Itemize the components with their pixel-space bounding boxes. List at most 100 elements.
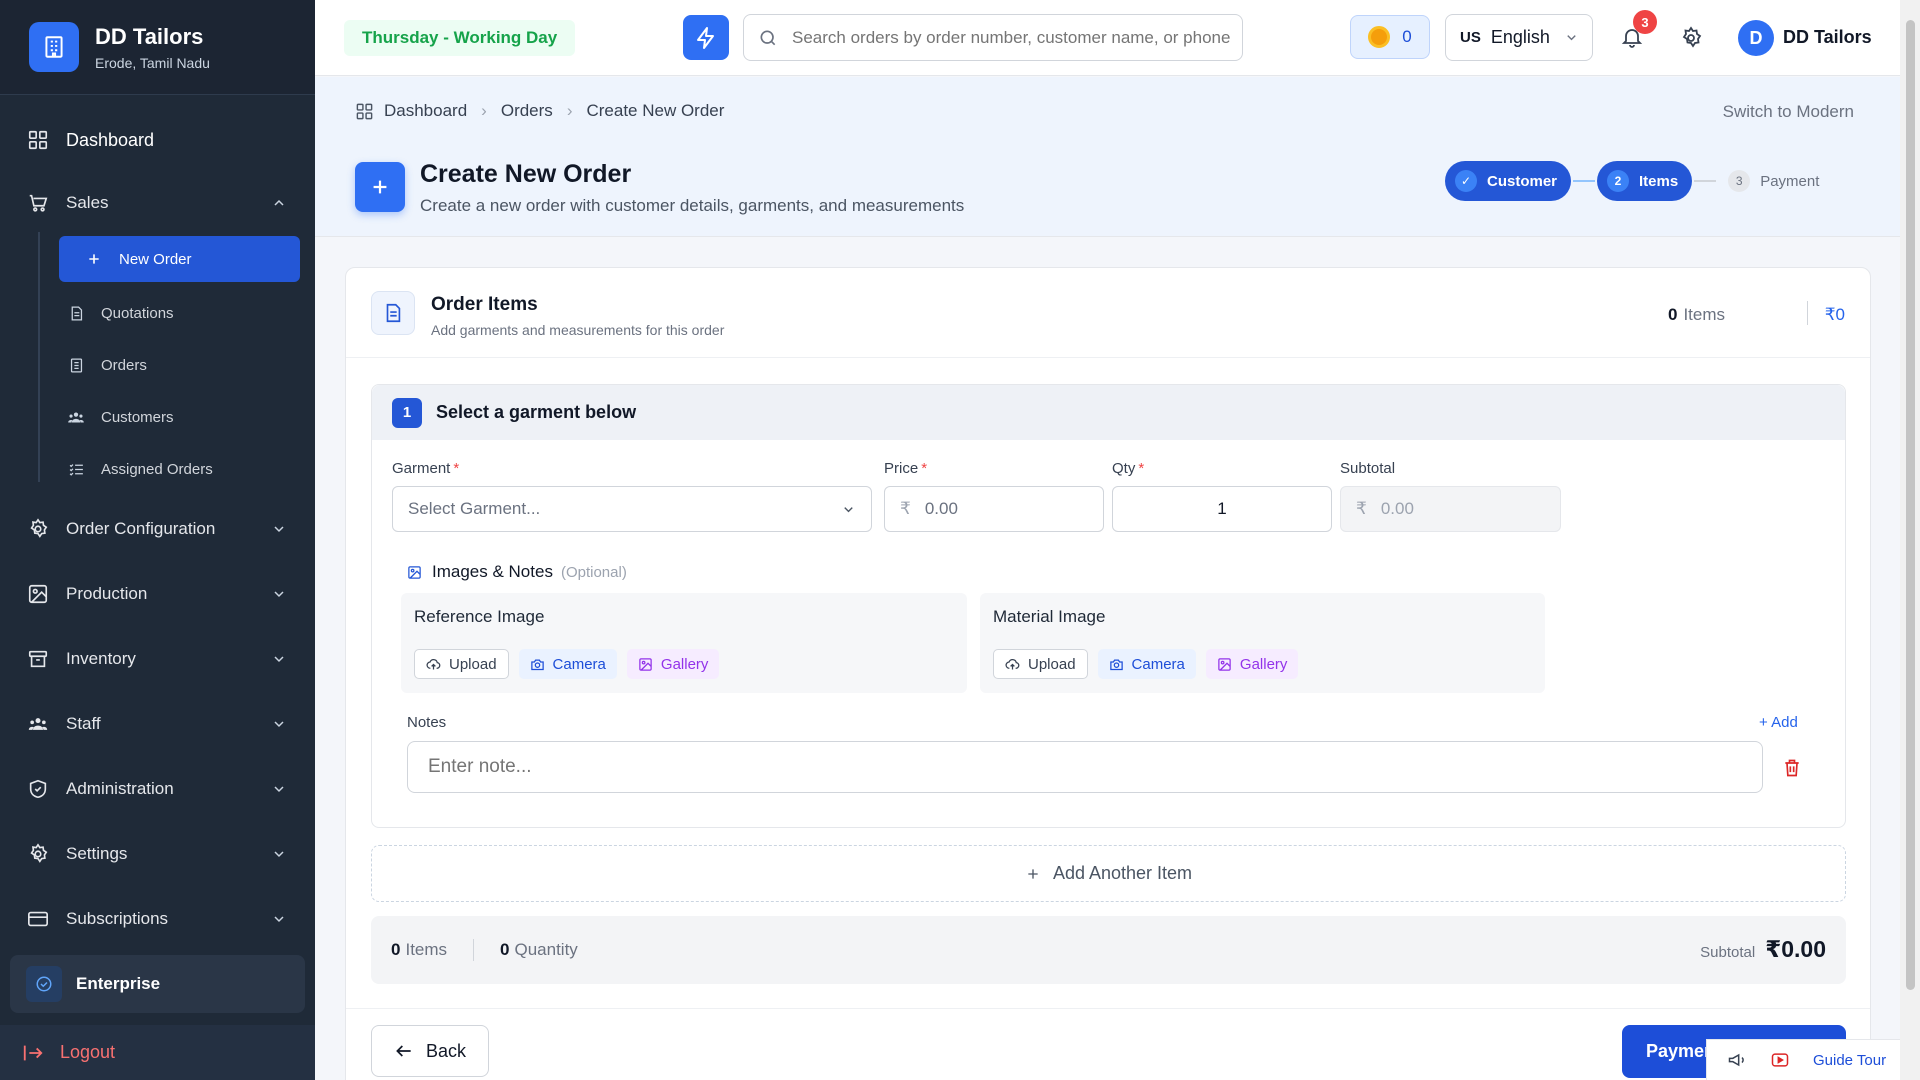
reference-image-title: Reference Image [414,607,545,626]
language-select[interactable]: US English [1445,14,1593,61]
search-input[interactable] [792,27,1232,48]
image-icon [407,565,422,580]
camera-label: Camera [1131,655,1185,673]
logout-button[interactable]: Logout [0,1025,315,1080]
scrollbar-thumb[interactable] [1906,20,1915,990]
coins-button[interactable]: 0 [1350,15,1430,59]
step-items[interactable]: 2 Items [1597,161,1693,201]
sidebar-item-label: Inventory [66,649,136,668]
item-heading: Select a garment below [436,402,637,422]
cart-icon [26,191,50,215]
sidebar-item-dashboard[interactable]: Dashboard [0,120,315,160]
video-icon[interactable] [1769,1050,1791,1070]
step-payment[interactable]: 3 Payment [1718,161,1833,201]
chevron-down-icon [271,911,287,932]
add-note-button[interactable]: + Add [1759,714,1798,731]
topbar: Thursday - Working Day 0 US English 3 D … [315,0,1900,76]
chevron-down-icon [271,521,287,542]
guide-tour-link[interactable]: Guide Tour [1813,1052,1886,1069]
sidebar-item-sales[interactable]: Sales [0,183,315,223]
step-customer[interactable]: ✓ Customer [1445,161,1572,201]
reference-camera-button[interactable]: Camera [518,649,617,679]
avatar[interactable]: D [1738,20,1774,56]
settings-button[interactable] [1679,26,1703,50]
rupee-icon: ₹ [900,499,911,518]
sidebar-item-staff[interactable]: Staff [0,704,315,744]
camera-label: Camera [552,655,606,673]
garment-select[interactable]: Select Garment... [392,486,872,532]
user-name[interactable]: DD Tailors [1783,27,1872,48]
subtotal-label: Subtotal [1340,460,1396,477]
add-another-item-button[interactable]: Add Another Item [371,845,1846,902]
summary-items-count: 0 [391,940,401,959]
back-button[interactable]: Back [371,1025,489,1077]
archive-icon [26,647,50,671]
sidebar-item-label: Administration [66,779,174,798]
sidebar-item-quotations[interactable]: Quotations [59,290,300,336]
sidebar-item-settings[interactable]: Settings [0,834,315,874]
summary-items-label: Items [405,940,448,959]
reference-upload-button[interactable]: Upload [414,649,509,679]
flag-code: US [1460,29,1481,46]
search-icon [758,28,778,48]
camera-icon [1109,657,1124,672]
sidebar-item-new-order[interactable]: New Order [59,236,300,282]
upload-icon [1005,657,1020,672]
sidebar-item-inventory[interactable]: Inventory [0,639,315,679]
check-circle-icon [26,966,62,1002]
sidebar-item-customers[interactable]: Customers [59,394,300,440]
material-upload-button[interactable]: Upload [993,649,1088,679]
sidebar-item-label: Dashboard [66,129,155,150]
breadcrumb: Dashboard › Orders › Create New Order [355,101,724,121]
garment-placeholder: Select Garment... [408,499,541,518]
sidebar-item-subscriptions[interactable]: Subscriptions [0,899,315,939]
breadcrumb-dashboard[interactable]: Dashboard [384,101,467,121]
sidebar-item-orders[interactable]: Orders [59,342,300,388]
required-marker: * [1138,460,1145,477]
sidebar-item-assigned-orders[interactable]: Assigned Orders [59,446,300,492]
grid-icon [26,128,50,152]
sidebar-item-label: Order Configuration [66,519,216,538]
breadcrumb-orders[interactable]: Orders [501,101,553,121]
search-bar [743,14,1243,61]
sidebar-item-order-configuration[interactable]: Order Configuration [0,509,315,549]
sidebar-item-label: Assigned Orders [101,460,213,478]
plan-badge[interactable]: Enterprise [10,955,305,1013]
logout-label: Logout [60,1042,116,1062]
check-icon: ✓ [1455,170,1477,192]
chevron-down-icon [271,781,287,802]
price-label: Price * [884,460,927,477]
breadcrumb-current: Create New Order [586,101,725,120]
sidebar-item-label: Quotations [101,304,174,322]
divider [1807,301,1808,325]
chevron-up-icon [271,195,287,216]
material-image-title: Material Image [993,607,1106,626]
optional-tag: (Optional) [560,563,627,581]
logout-icon [22,1042,44,1064]
sidebar-item-administration[interactable]: Administration [0,769,315,809]
step-number: 3 [1728,170,1751,192]
switch-modern-link[interactable]: Switch to Modern [1723,102,1854,122]
megaphone-icon[interactable] [1727,1050,1747,1070]
material-gallery-button[interactable]: Gallery [1205,649,1299,679]
qty-label: Qty * [1112,460,1144,477]
images-notes-heading: Images & Notes (Optional) [407,562,627,582]
sidebar-item-label: Subscriptions [66,909,169,928]
scrollbar[interactable] [1900,0,1920,1080]
reference-gallery-button[interactable]: Gallery [626,649,720,679]
list-icon [67,356,85,374]
document-icon [371,291,415,335]
quick-actions-button[interactable] [683,15,729,60]
delete-note-button[interactable] [1782,757,1802,779]
note-input[interactable] [407,741,1763,793]
price-field[interactable]: ₹ 0.00 [884,486,1104,532]
order-stepper: ✓ Customer 2 Items 3 Payment [1445,161,1833,201]
order-items-card: Order Items Add garments and measurement… [345,267,1871,1080]
quantity-field[interactable]: 1 [1112,486,1332,532]
material-camera-button[interactable]: Camera [1097,649,1196,679]
sidebar-item-production[interactable]: Production [0,574,315,614]
summary-subtotal-value: ₹0.00 [1765,936,1826,962]
chevron-down-icon [1564,30,1579,45]
rupee-icon: ₹ [1356,499,1367,518]
step-label: Customer [1487,172,1558,190]
